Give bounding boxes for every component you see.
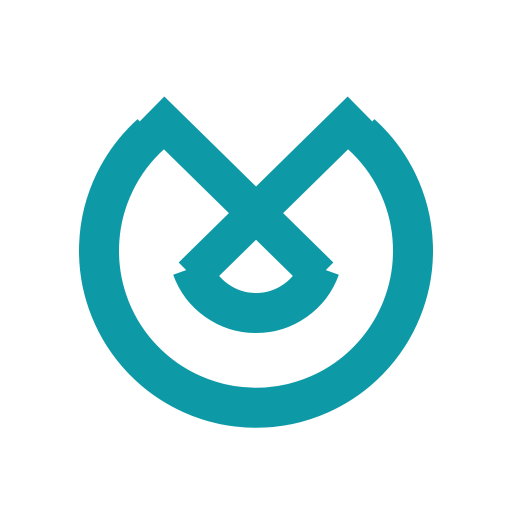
logo-inner-bowl-shape xyxy=(173,260,339,333)
logo-ring-shape xyxy=(79,119,433,428)
teal-circular-x-logo-icon xyxy=(79,96,433,428)
logo-canvas xyxy=(0,0,512,512)
